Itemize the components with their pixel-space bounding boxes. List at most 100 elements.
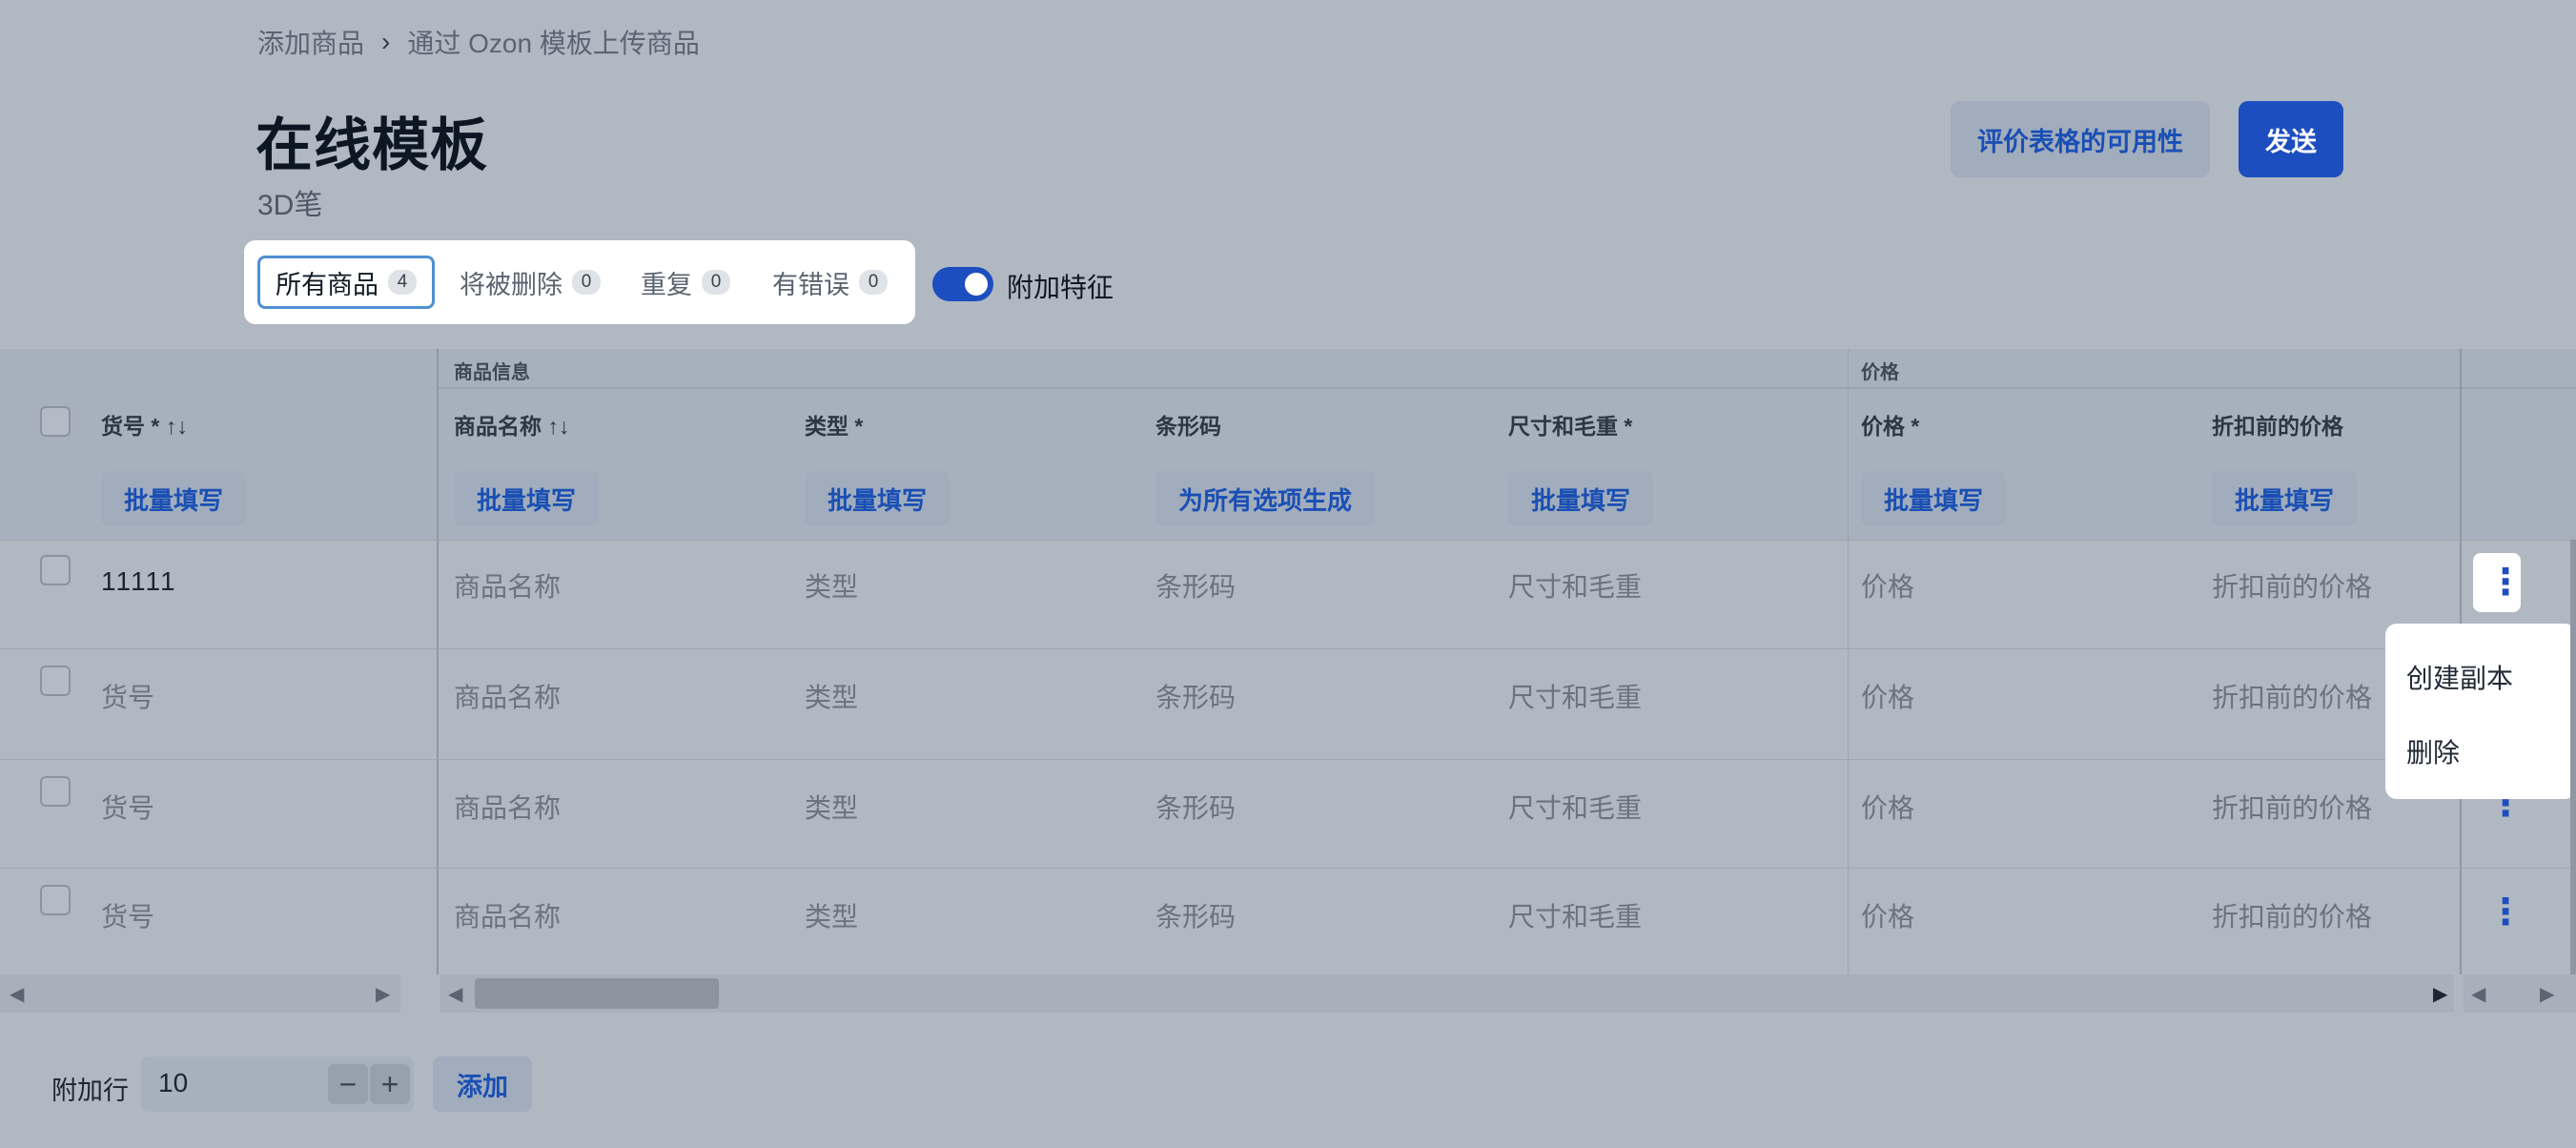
additional-attributes-toggle[interactable] [932,267,993,301]
cell-price[interactable]: 价格 [1861,896,1914,934]
column-header-type: 类型 * [805,414,864,439]
add-rows-button[interactable]: 添加 [433,1056,532,1112]
cell-old-price[interactable]: 折扣前的价格 [2212,677,2372,715]
bulk-fill-button-old-price[interactable]: 批量填写 [2212,471,2358,526]
tab-errors[interactable]: 有错误 0 [772,256,888,309]
tab-to-be-deleted[interactable]: 将被删除 0 [460,256,601,309]
scroll-left-icon[interactable]: ◀ [10,982,24,1006]
breadcrumb-item-ozon-template[interactable]: 通过 Ozon 模板上传商品 [407,23,699,61]
additional-attributes-label: 附加特征 [1007,273,1114,302]
filter-tabs: 所有商品 4 将被删除 0 重复 0 有错误 0 [244,240,915,324]
count-badge: 0 [702,270,730,295]
cell-name[interactable]: 商品名称 [454,896,561,934]
column-divider [437,349,439,974]
cell-dimensions[interactable]: 尺寸和毛重 [1508,788,1642,826]
cell-sku[interactable]: 货号 [101,896,154,934]
tab-label: 所有商品 [276,270,378,299]
page-subtitle: 3D笔 [257,190,323,221]
bulk-fill-button-sku[interactable]: 批量填写 [101,471,247,526]
row-divider [0,759,2576,760]
cell-old-price[interactable]: 折扣前的价格 [2212,896,2372,934]
cell-barcode[interactable]: 条形码 [1155,896,1236,934]
cell-name[interactable]: 商品名称 [454,788,561,826]
cell-price[interactable]: 价格 [1861,677,1914,715]
column-header-old-price: 折扣前的价格 [2212,414,2343,439]
select-all-checkbox[interactable] [40,406,71,437]
tab-duplicates[interactable]: 重复 0 [641,256,730,309]
cell-name[interactable]: 商品名称 [454,566,561,605]
toggle-knob [965,273,988,296]
tab-label: 有错误 [772,270,849,299]
bulk-fill-button-dimensions[interactable]: 批量填写 [1508,471,1654,526]
bulk-fill-button-type[interactable]: 批量填写 [805,471,951,526]
cell-price[interactable]: 价格 [1861,788,1914,826]
cell-old-price[interactable]: 折扣前的价格 [2212,566,2372,605]
cell-name[interactable]: 商品名称 [454,677,561,715]
cell-sku[interactable]: 货号 [101,677,154,715]
send-button[interactable]: 发送 [2239,101,2343,177]
row-divider [0,540,2576,541]
cell-type[interactable]: 类型 [805,566,858,605]
cell-barcode[interactable]: 条形码 [1155,677,1236,715]
column-divider [1848,349,1849,974]
row-divider [0,648,2576,649]
scroll-left-icon[interactable]: ◀ [448,982,462,1006]
row-checkbox[interactable] [40,666,71,696]
cell-type[interactable]: 类型 [805,896,858,934]
page-title: 在线模板 [256,113,488,177]
count-badge: 0 [859,270,888,295]
vertical-scrollbar[interactable] [2570,540,2576,974]
scroll-right-icon[interactable]: ▶ [2540,982,2554,1006]
horizontal-scrollbar-main[interactable] [440,974,2454,1013]
rows-count-stepper[interactable]: 10 − + [141,1056,414,1112]
cell-type[interactable]: 类型 [805,677,858,715]
chevron-right-icon: › [381,27,391,56]
cell-sku[interactable]: 11111 [101,566,177,597]
horizontal-scrollbar-left[interactable] [0,974,400,1013]
minus-icon[interactable]: − [328,1064,368,1104]
more-vertical-icon[interactable]: ⋮ [2487,894,2524,931]
breadcrumb-item-add-product[interactable]: 添加商品 [257,23,364,61]
cell-price[interactable]: 价格 [1861,566,1914,605]
cell-dimensions[interactable]: 尺寸和毛重 [1508,566,1642,605]
rows-count-value[interactable]: 10 [158,1068,188,1098]
additional-rows-label: 附加行 [51,1076,129,1105]
count-badge: 4 [388,270,417,295]
column-header-barcode: 条形码 [1155,414,1221,439]
row-checkbox[interactable] [40,885,71,915]
generate-all-barcodes-button[interactable]: 为所有选项生成 [1155,471,1376,526]
row-checkbox[interactable] [40,555,71,585]
cell-barcode[interactable]: 条形码 [1155,566,1236,605]
row-checkbox[interactable] [40,776,71,807]
column-header-name[interactable]: 商品名称 ↑↓ [454,408,569,441]
scroll-right-icon[interactable]: ▶ [2433,982,2447,1006]
breadcrumb: 添加商品 › 通过 Ozon 模板上传商品 [257,23,700,61]
row-actions-menu: 创建副本 删除 [2385,624,2576,799]
bulk-fill-button-name[interactable]: 批量填写 [454,471,600,526]
plus-icon[interactable]: + [370,1064,410,1104]
scroll-left-icon[interactable]: ◀ [2471,982,2485,1006]
evaluate-usability-button[interactable]: 评价表格的可用性 [1951,101,2210,177]
cell-dimensions[interactable]: 尺寸和毛重 [1508,677,1642,715]
menu-item-delete[interactable]: 删除 [2406,732,2460,770]
bulk-fill-button-price[interactable]: 批量填写 [1861,471,2007,526]
row-divider [0,868,2576,869]
cell-dimensions[interactable]: 尺寸和毛重 [1508,896,1642,934]
column-header-sku[interactable]: 货号 * ↑↓ [101,408,188,441]
row-actions-button[interactable]: ⋮ [2473,553,2524,612]
cell-old-price[interactable]: 折扣前的价格 [2212,788,2372,826]
group-label-price: 价格 [1861,362,1899,383]
tab-label: 将被删除 [460,270,562,299]
cell-sku[interactable]: 货号 [101,788,154,826]
tab-all-products[interactable]: 所有商品 4 [257,256,435,309]
scrollbar-thumb[interactable] [475,978,719,1009]
scroll-right-icon[interactable]: ▶ [376,982,390,1006]
column-header-dimensions: 尺寸和毛重 * [1508,414,1633,439]
cell-barcode[interactable]: 条形码 [1155,788,1236,826]
count-badge: 0 [572,270,601,295]
cell-type[interactable]: 类型 [805,788,858,826]
group-divider [437,387,2576,389]
menu-item-duplicate[interactable]: 创建副本 [2406,658,2513,696]
tab-label: 重复 [641,270,692,299]
column-header-price: 价格 * [1861,414,1920,439]
